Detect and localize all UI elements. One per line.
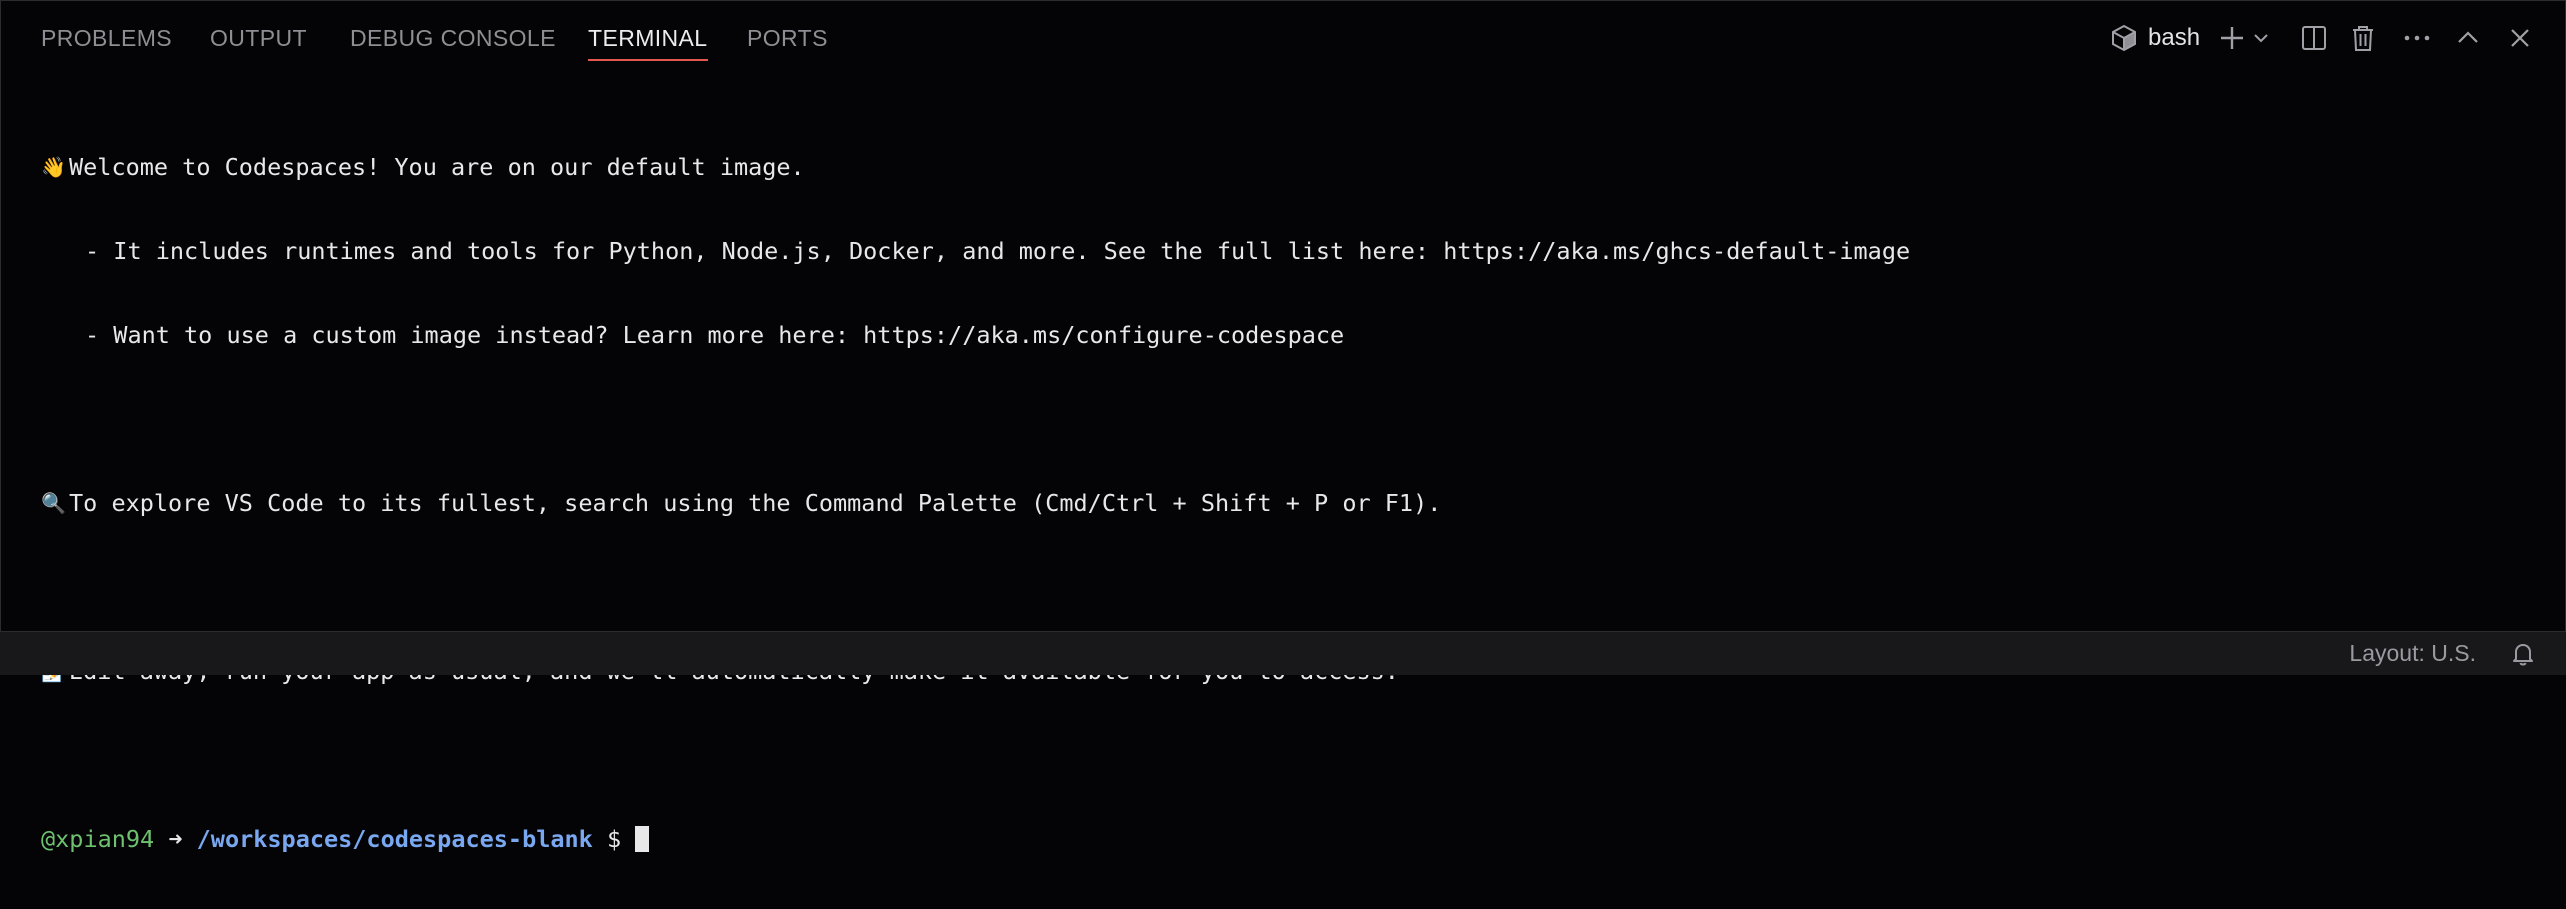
- prompt-symbol: $: [606, 825, 622, 853]
- status-bar: Layout: U.S.: [0, 631, 2566, 675]
- terminal-line-welcome: 👋 Welcome to Codespaces! You are on our d…: [41, 153, 2521, 181]
- welcome-text: Welcome to Codespaces! You are on our de…: [69, 153, 805, 181]
- launch-profile-chevron-icon[interactable]: [2251, 23, 2271, 53]
- terminal-shell-icon[interactable]: [2109, 23, 2139, 53]
- split-terminal-icon[interactable]: [2299, 23, 2329, 53]
- terminal-line-bullet-2: - Want to use a custom image instead? Le…: [41, 321, 2521, 349]
- tab-output[interactable]: OUTPUT: [210, 1, 307, 75]
- maximize-panel-chevron-up-icon[interactable]: [2453, 23, 2483, 53]
- terminal-prompt[interactable]: @xpian94 ➜ /workspaces/codespaces-blank …: [41, 825, 2521, 853]
- tab-terminal[interactable]: TERMINAL: [588, 1, 708, 75]
- tab-problems[interactable]: PROBLEMS: [41, 1, 172, 75]
- magnifier-icon: 🔍: [41, 491, 66, 515]
- keyboard-layout-status[interactable]: Layout: U.S.: [2349, 632, 2476, 675]
- prompt-user: @xpian94: [41, 825, 155, 853]
- waving-hand-icon: 👋: [41, 155, 66, 179]
- prompt-arrow: ➜: [168, 825, 183, 853]
- bullet-runtimes-text: - It includes runtimes and tools for Pyt…: [85, 237, 1911, 265]
- panel-tab-bar: PROBLEMS OUTPUT DEBUG CONSOLE TERMINAL P…: [1, 1, 2565, 75]
- terminal-output[interactable]: 👋 Welcome to Codespaces! You are on our d…: [41, 97, 2521, 909]
- terminal-panel: PROBLEMS OUTPUT DEBUG CONSOLE TERMINAL P…: [0, 0, 2566, 853]
- bullet-custom-image-text: - Want to use a custom image instead? Le…: [85, 321, 1345, 349]
- new-terminal-plus-icon[interactable]: [2217, 23, 2247, 53]
- terminal-line-bullet-1: - It includes runtimes and tools for Pyt…: [41, 237, 2521, 265]
- terminal-shell-name[interactable]: bash: [2148, 1, 2200, 75]
- terminal-cursor: [635, 826, 650, 852]
- close-panel-icon[interactable]: [2505, 23, 2535, 53]
- kill-terminal-trash-icon[interactable]: [2348, 23, 2378, 53]
- tab-debug-console[interactable]: DEBUG CONSOLE: [350, 1, 556, 75]
- explore-text: To explore VS Code to its fullest, searc…: [69, 489, 1442, 517]
- terminal-line-explore: 🔍 To explore VS Code to its fullest, sear…: [41, 489, 2521, 517]
- bell-icon[interactable]: [2510, 641, 2536, 667]
- prompt-path: /workspaces/codespaces-blank: [196, 825, 593, 853]
- more-actions-ellipsis-icon[interactable]: [2402, 23, 2432, 53]
- tab-ports[interactable]: PORTS: [747, 1, 828, 75]
